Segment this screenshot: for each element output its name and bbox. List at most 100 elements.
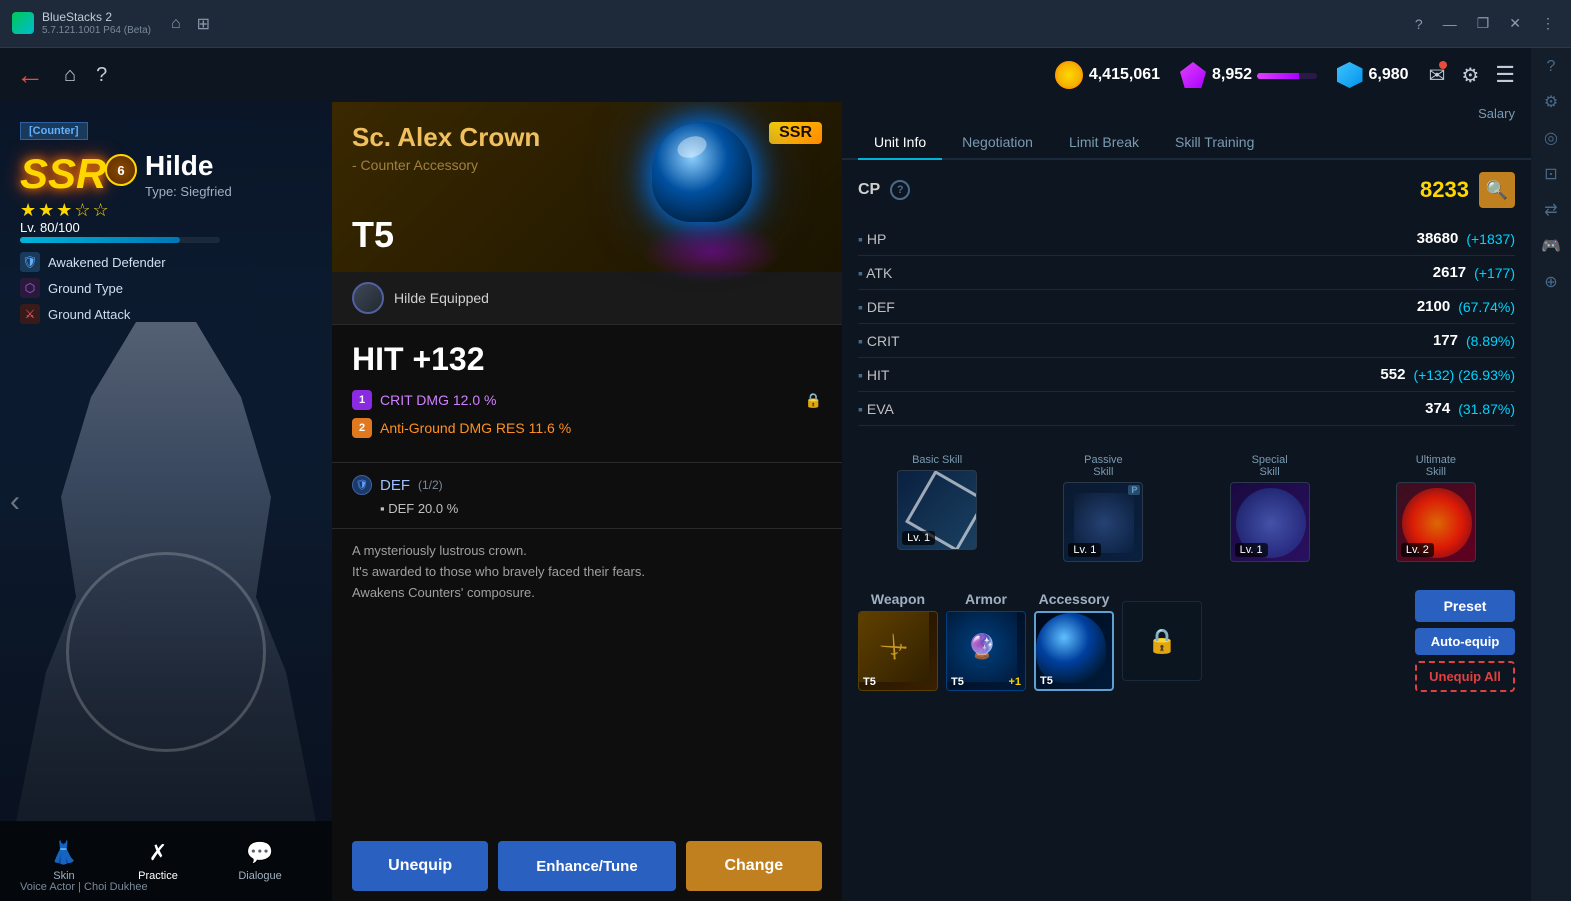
tab-salary-negotiation[interactable]: Negotiation	[946, 126, 1049, 158]
passive-fraction: (1/2)	[418, 478, 443, 492]
back-button[interactable]: ←	[16, 59, 44, 91]
armor-slot-label: Armor	[965, 591, 1007, 607]
skill-passive-icon[interactable]: P Lv. 1	[1063, 482, 1143, 562]
rs-icon-4[interactable]: ⊡	[1544, 164, 1557, 184]
preset-button[interactable]: Preset	[1415, 590, 1515, 622]
skill-ultimate-label: UltimateSkill	[1416, 454, 1456, 478]
stat-atk-value: 2617	[1433, 264, 1466, 281]
layout-icon[interactable]: ⊞	[197, 14, 210, 34]
crystal-value: 6,980	[1369, 66, 1409, 84]
rs-icon-6[interactable]: 🎮	[1541, 236, 1561, 256]
cp-help-icon[interactable]: ?	[890, 180, 910, 200]
cp-value: 8233	[1420, 177, 1469, 203]
weapon-slot-group: Weapon T5	[858, 591, 938, 691]
rs-icon-2[interactable]: ⚙	[1544, 92, 1558, 112]
character-level: Lv. 80/100	[20, 220, 80, 235]
restore-ctrl[interactable]: ❐	[1473, 15, 1494, 32]
stat-hp-value: 38680	[1417, 230, 1459, 247]
top-bar-icons: ⌂ ⊞	[171, 14, 210, 34]
bonus-item-1: 1 CRIT DMG 12.0 % 🔒	[352, 390, 822, 410]
dialogue-nav-item[interactable]: 💬 Dialogue	[238, 840, 281, 882]
stat-eva: EVA 374 (31.87%)	[858, 392, 1515, 426]
gem-value: 8,952	[1212, 66, 1252, 83]
app-info: BlueStacks 2 5.7.121.1001 P64 (Beta)	[12, 10, 151, 36]
expand-ctrl[interactable]: ⋮	[1537, 15, 1559, 32]
skin-icon: 👗	[50, 840, 77, 866]
tab-skill-training[interactable]: Skill Training	[1159, 126, 1270, 158]
stat-hp-bonus: (+1837)	[1466, 231, 1515, 247]
skill-basic-icon[interactable]: Lv. 1	[897, 470, 977, 550]
skill-ultimate-level: Lv. 2	[1401, 543, 1434, 557]
skill-basic-label: Basic Skill	[912, 454, 962, 466]
tab-limit-break[interactable]: Limit Break	[1053, 126, 1155, 158]
home-nav-icon[interactable]: ⌂	[64, 64, 76, 87]
help-ctrl[interactable]: ?	[1411, 16, 1427, 32]
lock-icon: 🔒	[805, 392, 822, 409]
mail-button[interactable]: ✉	[1429, 63, 1446, 88]
equipment-rarity-badge: SSR	[769, 122, 822, 144]
help-nav-icon[interactable]: ?	[96, 64, 107, 87]
passive-header: 🛡 DEF (1/2)	[352, 475, 822, 495]
character-type: Type: Siegfried	[145, 184, 232, 199]
aura-circle	[66, 552, 266, 752]
stat-eva-bonus: (31.87%)	[1458, 401, 1515, 417]
coin-value: 4,415,061	[1089, 66, 1160, 84]
skin-nav-item[interactable]: 👗 Skin	[50, 840, 77, 882]
enhance-tune-button[interactable]: Enhance/Tune	[498, 841, 675, 891]
prev-character-button[interactable]: ‹	[10, 485, 20, 519]
skill-special-icon[interactable]: Lv. 1	[1230, 482, 1310, 562]
bonus-num-1: 1	[352, 390, 372, 410]
skill-ultimate-col: UltimateSkill Lv. 2	[1357, 454, 1515, 562]
rs-icon-5[interactable]: ⇄	[1544, 200, 1557, 220]
rs-icon-7[interactable]: ⊕	[1544, 272, 1557, 292]
stat-crit-value: 177	[1433, 332, 1458, 349]
unequip-all-button[interactable]: Unequip All	[1415, 661, 1515, 692]
weapon-slot[interactable]: T5	[858, 611, 938, 691]
dialogue-icon: 💬	[246, 840, 273, 866]
trait-awakened: 🛡 Awakened Defender	[20, 252, 166, 272]
armor-slot[interactable]: T5 +1	[946, 611, 1026, 691]
trait-ground-label: Ground Type	[48, 281, 123, 296]
change-button[interactable]: Change	[686, 841, 822, 891]
nav-right-icons: ✉ ⚙ ☰	[1429, 62, 1515, 88]
skill-special-level: Lv. 1	[1235, 543, 1268, 557]
rs-icon-1[interactable]: ?	[1547, 58, 1556, 76]
skill-ultimate-icon[interactable]: Lv. 2	[1396, 482, 1476, 562]
equipment-desc-text: A mysteriously lustrous crown.It's award…	[352, 543, 645, 600]
auto-equip-button[interactable]: Auto-equip	[1415, 628, 1515, 655]
character-stars: ★★★☆☆	[20, 200, 111, 221]
close-ctrl[interactable]: ✕	[1505, 15, 1525, 32]
equipment-aura	[642, 222, 782, 282]
character-level-bar	[20, 237, 220, 243]
stat-crit-label: CRIT	[858, 333, 918, 349]
menu-icon[interactable]: ☰	[1495, 62, 1515, 88]
stat-atk-label: ATK	[858, 265, 918, 281]
accessory-slot[interactable]: T5	[1034, 611, 1114, 691]
locked-slot: 🔒	[1122, 601, 1202, 681]
gem-bar	[1257, 73, 1317, 79]
equipment-actions: Unequip Enhance/Tune Change	[332, 831, 842, 901]
armor-slot-plus: +1	[1008, 676, 1021, 688]
window-controls: ? — ❐ ✕ ⋮	[1411, 15, 1559, 32]
stat-hp-label: HP	[858, 231, 918, 247]
unequip-button[interactable]: Unequip	[352, 841, 488, 891]
character-name: Hilde	[145, 150, 213, 182]
skill-basic-level: Lv. 1	[902, 531, 935, 545]
cp-search-button[interactable]: 🔍	[1479, 172, 1515, 208]
cp-row: CP ? 8233 🔍	[858, 172, 1515, 208]
tab-unit-info[interactable]: Unit Info	[858, 126, 942, 158]
practice-nav-item[interactable]: ✗ Practice	[138, 840, 178, 882]
equipment-main-stat: HIT +132	[352, 341, 822, 378]
currency-area: 4,415,061 8,952 6,980 ✉ ⚙ ☰	[1055, 61, 1515, 89]
stat-crit-bonus: (8.89%)	[1466, 333, 1515, 349]
minimize-ctrl[interactable]: —	[1439, 16, 1461, 32]
stat-hit-bonus: (+132) (26.93%)	[1413, 367, 1515, 383]
settings-icon[interactable]: ⚙	[1461, 63, 1479, 88]
equipment-image	[642, 112, 762, 232]
ground-type-icon: ⬡	[20, 278, 40, 298]
unit-tabs: Unit Info Salary Negotiation Limit Break…	[842, 102, 1531, 160]
stat-hp: HP 38680 (+1837)	[858, 222, 1515, 256]
home-icon[interactable]: ⌂	[171, 15, 181, 33]
rs-icon-3[interactable]: ◎	[1544, 128, 1558, 148]
dialogue-label: Dialogue	[238, 870, 281, 882]
